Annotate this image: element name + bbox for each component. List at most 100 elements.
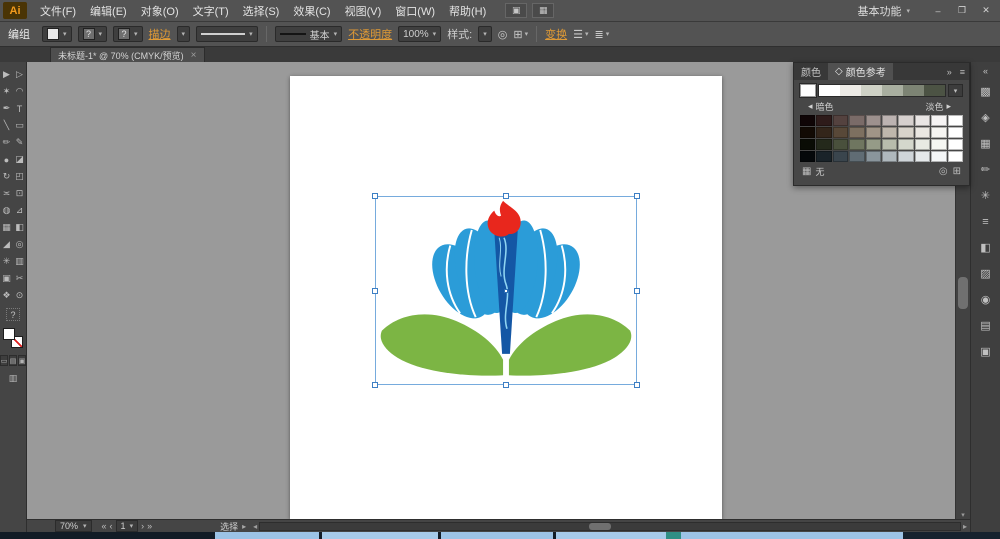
color-variation-swatch[interactable] — [833, 127, 848, 138]
color-variation-swatch[interactable] — [931, 115, 946, 126]
color-variation-swatch[interactable] — [948, 127, 963, 138]
color-variation-swatch[interactable] — [915, 151, 930, 162]
tab-color-guide[interactable]: ◇ 颜色参考 — [828, 63, 893, 80]
document-layout-icon[interactable]: ▦ — [532, 3, 554, 18]
color-variation-swatch[interactable] — [866, 115, 881, 126]
taskbar-window-button[interactable] — [666, 532, 681, 539]
color-variation-swatch[interactable] — [898, 139, 913, 150]
panel-collapse-icon[interactable]: » — [943, 63, 956, 80]
line-segment-tool[interactable]: ╲ — [1, 117, 13, 134]
selection-handle[interactable] — [372, 193, 378, 199]
taskbar-window-button[interactable] — [556, 532, 666, 539]
mixed-appearance-dropdown[interactable]: ? ▾ — [113, 26, 143, 42]
swatches-panel-icon[interactable]: ▦ — [976, 134, 996, 153]
restore-button[interactable]: ❐ — [950, 3, 974, 19]
artboard[interactable] — [290, 76, 722, 519]
color-variation-swatch[interactable] — [800, 127, 815, 138]
blob-brush-tool[interactable]: ● — [1, 151, 13, 168]
vertical-scroll-thumb[interactable] — [958, 277, 968, 309]
direct-selection-tool[interactable]: ▷ — [14, 66, 26, 83]
color-variation-swatch[interactable] — [948, 115, 963, 126]
color-variation-swatch[interactable] — [931, 151, 946, 162]
taskbar-window-button[interactable] — [681, 532, 903, 539]
harmony-color-strip[interactable] — [818, 84, 946, 97]
gradient-panel-icon[interactable]: ◧ — [976, 238, 996, 257]
magic-wand-tool[interactable]: ✶ — [1, 83, 13, 100]
lasso-tool[interactable]: ◠ — [14, 83, 26, 100]
selection-handle[interactable] — [634, 288, 640, 294]
tab-color[interactable]: 颜色 — [794, 63, 828, 80]
selection-bounding-box[interactable] — [375, 196, 637, 385]
fill-color-dropdown[interactable]: ▾ — [42, 26, 72, 42]
tab-close-icon[interactable]: × — [191, 50, 197, 61]
eraser-tool[interactable]: ◪ — [14, 151, 26, 168]
app-logo-icon[interactable]: Ai — [3, 2, 27, 19]
style-select[interactable]: ▾ — [478, 26, 492, 42]
horizontal-scroll-thumb[interactable] — [589, 523, 611, 530]
column-graph-tool[interactable]: ▥ — [14, 253, 26, 270]
panel-menu-icon[interactable]: ≡ — [956, 63, 969, 80]
menu-view[interactable]: 视图(V) — [338, 3, 389, 19]
zoom-tool[interactable]: ⊙ — [14, 287, 26, 304]
color-variation-swatch[interactable] — [849, 139, 864, 150]
selection-handle[interactable] — [372, 382, 378, 388]
harmony-strip-swatch[interactable] — [903, 85, 924, 96]
brush-definition-select[interactable]: 基本 ▾ — [275, 26, 343, 42]
slice-tool[interactable]: ✂ — [14, 270, 26, 287]
scroll-right-icon[interactable]: ▸ — [963, 522, 967, 531]
stroke-profile-select[interactable]: ▾ — [196, 26, 258, 42]
distribute-options-icon[interactable]: ≣ ▾ — [595, 28, 610, 41]
harmony-strip-swatch[interactable] — [861, 85, 882, 96]
stroke-panel-link[interactable]: 描边 — [149, 26, 171, 42]
color-variation-swatch[interactable] — [915, 115, 930, 126]
menu-window[interactable]: 窗口(W) — [388, 3, 442, 19]
menu-effect[interactable]: 效果(C) — [286, 3, 337, 19]
color-variation-swatch[interactable] — [882, 139, 897, 150]
previous-artboard-button[interactable]: ‹ — [110, 521, 113, 531]
draw-inside-mode[interactable]: ▣ — [18, 355, 26, 366]
stroke-color-dropdown[interactable]: ? ▾ — [78, 26, 108, 42]
color-panel-icon[interactable]: ▩ — [976, 82, 996, 101]
align-options-icon[interactable]: ☰ ▾ — [573, 28, 588, 41]
eyedropper-tool[interactable]: ◢ — [1, 236, 13, 253]
next-artboard-button[interactable]: › — [141, 521, 144, 531]
opacity-select[interactable]: 100% ▾ — [398, 26, 441, 42]
color-variation-swatch[interactable] — [800, 115, 815, 126]
harmony-strip-swatch[interactable] — [840, 85, 861, 96]
arrange-documents-icon[interactable]: ▣ — [505, 3, 527, 18]
menu-file[interactable]: 文件(F) — [33, 3, 83, 19]
last-artboard-button[interactable]: » — [147, 521, 152, 531]
fill-swatch[interactable] — [3, 328, 15, 340]
free-transform-tool[interactable]: ⊡ — [14, 185, 26, 202]
taskbar-window-button[interactable] — [215, 532, 319, 539]
minimize-button[interactable]: – — [926, 3, 950, 19]
status-menu-icon[interactable]: ▸ — [242, 522, 246, 531]
menu-help[interactable]: 帮助(H) — [442, 3, 493, 19]
color-variation-swatch[interactable] — [833, 151, 848, 162]
selection-tool[interactable]: ▶ — [1, 66, 13, 83]
first-artboard-button[interactable]: « — [102, 521, 107, 531]
rotate-tool[interactable]: ↻ — [1, 168, 13, 185]
harmony-strip-swatch[interactable] — [819, 85, 840, 96]
preferences-grid-icon[interactable]: ⊞ ▾ — [513, 28, 528, 41]
recolor-artwork-icon[interactable]: ◎ — [498, 28, 508, 41]
color-variation-swatch[interactable] — [866, 139, 881, 150]
color-variation-swatch[interactable] — [866, 151, 881, 162]
color-variation-swatch[interactable] — [800, 139, 815, 150]
screen-mode-button[interactable]: ▥ — [5, 372, 21, 384]
color-variation-swatch[interactable] — [931, 127, 946, 138]
color-variation-swatch[interactable] — [915, 139, 930, 150]
color-variation-swatch[interactable] — [915, 127, 930, 138]
color-variation-swatch[interactable] — [816, 127, 831, 138]
save-color-group-icon[interactable]: ⊞ — [953, 166, 961, 177]
color-variation-swatch[interactable] — [816, 115, 831, 126]
color-variation-swatch[interactable] — [849, 115, 864, 126]
harmony-strip-swatch[interactable] — [882, 85, 903, 96]
selection-handle[interactable] — [503, 193, 509, 199]
taskbar-window-button[interactable] — [322, 532, 438, 539]
horizontal-scroll-track[interactable] — [259, 522, 961, 531]
transparency-panel-icon[interactable]: ▨ — [976, 264, 996, 283]
menu-select[interactable]: 选择(S) — [236, 3, 287, 19]
workspace-switcher[interactable]: 基本功能 ▾ — [857, 3, 910, 19]
harmony-strip-swatch[interactable] — [924, 85, 945, 96]
